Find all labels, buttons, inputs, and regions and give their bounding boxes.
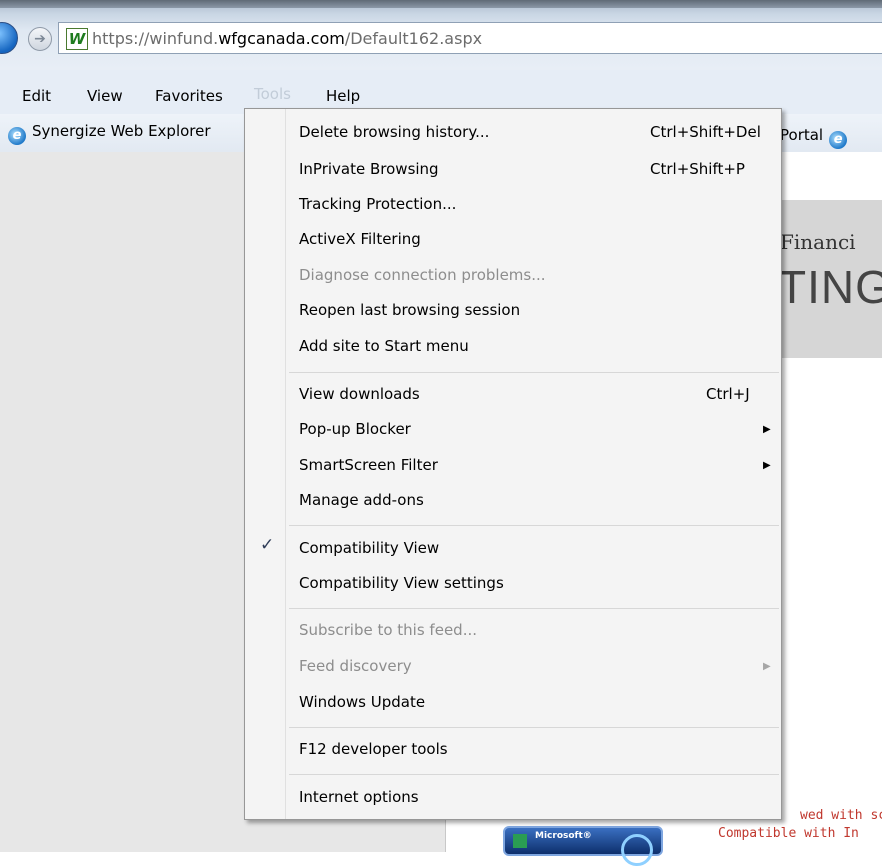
badge-text: Microsoft® (535, 831, 592, 841)
menu-item-compatibility-view-settings[interactable]: Compatibility View settings (299, 574, 504, 592)
site-favicon-icon: W (66, 28, 88, 50)
menu-item-view-downloads[interactable]: View downloads (299, 385, 420, 403)
menu-item-manage-addons[interactable]: Manage add-ons (299, 491, 424, 509)
badge-ie-icon (621, 834, 653, 866)
menu-tools[interactable]: Tools (254, 85, 291, 103)
checkmark-icon: ✓ (260, 535, 275, 555)
favorite-synergize[interactable]: e Synergize Web Explorer (8, 122, 211, 145)
menu-view[interactable]: View (87, 87, 123, 105)
badge-logo-icon (513, 834, 527, 848)
submenu-arrow-icon: ▶ (763, 661, 771, 672)
menu-gutter (285, 109, 286, 819)
menu-favorites[interactable]: Favorites (155, 87, 223, 105)
menu-item-smartscreen-filter[interactable]: SmartScreen Filter (299, 456, 438, 474)
menu-separator (289, 372, 779, 373)
menu-item-f12-developer-tools[interactable]: F12 developer tools (299, 740, 448, 758)
submenu-arrow-icon: ▶ (763, 460, 771, 471)
forward-arrow-icon: ➔ (34, 31, 46, 47)
menu-item-windows-update[interactable]: Windows Update (299, 693, 425, 711)
menu-item-popup-blocker[interactable]: Pop-up Blocker (299, 420, 411, 438)
url-path: /Default162.aspx (344, 29, 483, 48)
menu-item-internet-options[interactable]: Internet options (299, 788, 419, 806)
favorite-synergize-label: Synergize Web Explorer (32, 122, 211, 140)
menu-item-inprivate-browsing[interactable]: InPrivate Browsing (299, 160, 439, 178)
menu-item-delete-browsing-history[interactable]: Delete browsing history... (299, 123, 489, 141)
tools-menu: Delete browsing history... Ctrl+Shift+De… (244, 108, 782, 820)
favorite-portal[interactable]: Portal e (780, 126, 848, 149)
window-top-edge (0, 0, 882, 8)
ie-page-icon: e (8, 127, 26, 145)
menu-separator (289, 774, 779, 775)
favorite-portal-label: Portal (780, 126, 824, 144)
footer-line-2: Compatible with In (718, 826, 859, 841)
menu-separator (289, 727, 779, 728)
url-text[interactable]: https://winfund.wfgcanada.com/Default162… (92, 29, 482, 48)
url-prefix: https://winfund. (92, 29, 219, 48)
menu-separator (289, 525, 779, 526)
ie-page-icon: e (829, 131, 848, 149)
footer-line-1: wed with sc (800, 808, 882, 823)
menu-separator (289, 608, 779, 609)
menu-item-add-site-start-menu[interactable]: Add site to Start menu (299, 337, 469, 355)
menu-item-subscribe-feed: Subscribe to this feed... (299, 621, 477, 639)
banner-line-2: TING (778, 261, 882, 313)
menu-item-feed-discovery: Feed discovery (299, 657, 412, 675)
banner-line-1: Financi (780, 230, 856, 254)
menu-edit[interactable]: Edit (22, 87, 51, 105)
submenu-arrow-icon: ▶ (763, 424, 771, 435)
shortcut-delete-browsing-history: Ctrl+Shift+Del (650, 123, 761, 141)
menu-item-activex-filtering[interactable]: ActiveX Filtering (299, 230, 421, 248)
menu-help[interactable]: Help (326, 87, 360, 105)
url-domain: wfgcanada.com (218, 29, 345, 48)
shortcut-view-downloads: Ctrl+J (706, 385, 750, 403)
menu-item-tracking-protection[interactable]: Tracking Protection... (299, 195, 456, 213)
menu-item-reopen-last-session[interactable]: Reopen last browsing session (299, 301, 520, 319)
menu-item-compatibility-view[interactable]: Compatibility View (299, 539, 439, 557)
shortcut-inprivate-browsing: Ctrl+Shift+P (650, 160, 745, 178)
menu-item-diagnose-connection: Diagnose connection problems... (299, 266, 546, 284)
forward-button[interactable]: ➔ (28, 27, 52, 51)
